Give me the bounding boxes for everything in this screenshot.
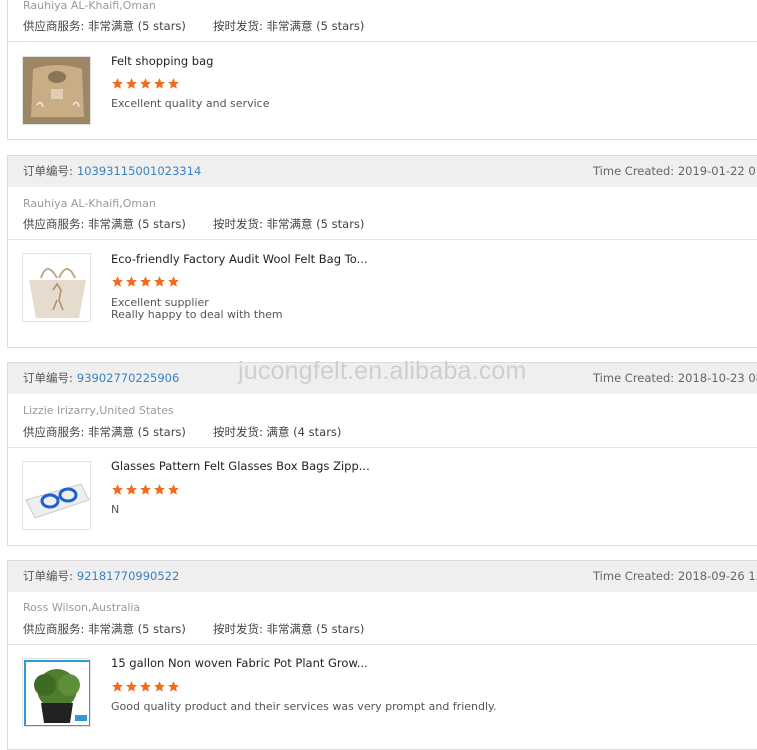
review-card: 订单编号: 92181770990522 Time Created: 2018-0… — [7, 560, 757, 750]
review-comment-line2: Really happy to deal with them — [111, 308, 283, 321]
buyer-name: Ross Wilson,Australia — [23, 601, 141, 614]
supplier-service-label: 供应商服务: — [23, 622, 85, 636]
order-number-label: 订单编号: — [23, 164, 73, 178]
supplier-service-label: 供应商服务: — [23, 217, 85, 231]
supplier-service-value: 非常满意 (5 stars) — [88, 217, 186, 231]
supplier-service-label: 供应商服务: — [23, 19, 85, 33]
felt-tote-bag-image[interactable] — [22, 253, 91, 322]
star-icon — [154, 78, 165, 89]
order-number-label: 订单编号: — [23, 371, 73, 385]
product-title-link[interactable]: Felt shopping bag — [111, 54, 213, 68]
star-icon — [168, 78, 179, 89]
supplier-service-label: 供应商服务: — [23, 425, 85, 439]
order-header: 订单编号: 92181770990522 Time Created: 2018-0… — [8, 561, 757, 592]
time-created-label: Time Created: — [593, 164, 675, 178]
star-icon — [140, 78, 151, 89]
star-icon — [168, 484, 179, 495]
buyer-name: Rauhiya AL-Khaifi,Oman — [23, 197, 156, 210]
ratings-row: 供应商服务: 非常满意 (5 stars) 按时发货: 非常满意 (5 star… — [23, 18, 364, 34]
delivery-value: 非常满意 (5 stars) — [266, 19, 365, 33]
time-created-label: Time Created: — [593, 371, 675, 385]
time-created-value: 2019-01-22 01:17 — [677, 164, 757, 178]
product-title-link[interactable]: 15 gallon Non woven Fabric Pot Plant Gro… — [111, 656, 368, 670]
delivery-value: 非常满意 (5 stars) — [266, 622, 365, 636]
star-icon — [126, 276, 137, 287]
delivery-label: 按时发货: — [213, 19, 263, 33]
supplier-service-value: 非常满意 (5 stars) — [88, 425, 186, 439]
star-icon — [112, 484, 123, 495]
divider — [8, 447, 757, 448]
plant-grow-bag-image[interactable] — [22, 658, 91, 727]
time-created-value: 2018-10-23 08:11 — [677, 371, 757, 385]
glasses-case-image[interactable] — [22, 461, 91, 530]
star-icon — [168, 276, 179, 287]
star-rating — [111, 680, 180, 693]
delivery-value: 满意 (4 stars) — [266, 425, 342, 439]
star-icon — [126, 484, 137, 495]
watermark: jucongfelt.en.alibaba.com — [238, 357, 527, 385]
review-comment: N — [111, 503, 120, 516]
delivery-label: 按时发货: — [213, 217, 263, 231]
star-icon — [112, 276, 123, 287]
star-icon — [154, 681, 165, 692]
star-icon — [140, 484, 151, 495]
review-card: 订单编号: 93902770225906 Time Created: 2018-1… — [7, 362, 757, 546]
review-comment: Good quality product and their services … — [111, 700, 497, 713]
time-created-label: Time Created: — [593, 569, 675, 583]
order-number-link[interactable]: 92181770990522 — [77, 569, 179, 583]
delivery-value: 非常满意 (5 stars) — [266, 217, 365, 231]
review-card: 订单编号: 10393115001023314 Time Created: 201… — [7, 155, 757, 348]
delivery-label: 按时发货: — [213, 622, 263, 636]
star-icon — [112, 78, 123, 89]
time-created-value: 2018-09-26 13:57 — [677, 569, 757, 583]
star-icon — [154, 484, 165, 495]
divider — [8, 644, 757, 645]
order-number-label: 订单编号: — [23, 569, 73, 583]
ratings-row: 供应商服务: 非常满意 (5 stars) 按时发货: 满意 (4 stars) — [23, 424, 341, 440]
order-header: 订单编号: 10393115001023314 Time Created: 201… — [8, 156, 757, 187]
product-title-link[interactable]: Glasses Pattern Felt Glasses Box Bags Zi… — [111, 459, 370, 473]
order-number-link[interactable]: 10393115001023314 — [77, 164, 201, 178]
review-card: Rauhiya AL-Khaifi,Oman 供应商服务: 非常满意 (5 st… — [7, 0, 757, 140]
divider — [8, 41, 757, 42]
ratings-row: 供应商服务: 非常满意 (5 stars) 按时发货: 非常满意 (5 star… — [23, 621, 364, 637]
star-icon — [154, 276, 165, 287]
divider — [8, 239, 757, 240]
star-icon — [168, 681, 179, 692]
star-icon — [126, 78, 137, 89]
ratings-row: 供应商服务: 非常满意 (5 stars) 按时发货: 非常满意 (5 star… — [23, 216, 364, 232]
buyer-name: Lizzie Irizarry,United States — [23, 404, 174, 417]
order-number-link[interactable]: 93902770225906 — [77, 371, 179, 385]
star-icon — [112, 681, 123, 692]
star-rating — [111, 77, 180, 90]
star-icon — [140, 681, 151, 692]
review-comment: Excellent quality and service — [111, 97, 270, 110]
supplier-service-value: 非常满意 (5 stars) — [88, 622, 186, 636]
star-rating — [111, 483, 180, 496]
buyer-name: Rauhiya AL-Khaifi,Oman — [23, 0, 156, 12]
delivery-label: 按时发货: — [213, 425, 263, 439]
supplier-service-value: 非常满意 (5 stars) — [88, 19, 186, 33]
product-title-link[interactable]: Eco-friendly Factory Audit Wool Felt Bag… — [111, 252, 368, 266]
star-icon — [126, 681, 137, 692]
felt-shopping-bag-image[interactable] — [22, 56, 91, 125]
star-icon — [140, 276, 151, 287]
star-rating — [111, 275, 180, 288]
